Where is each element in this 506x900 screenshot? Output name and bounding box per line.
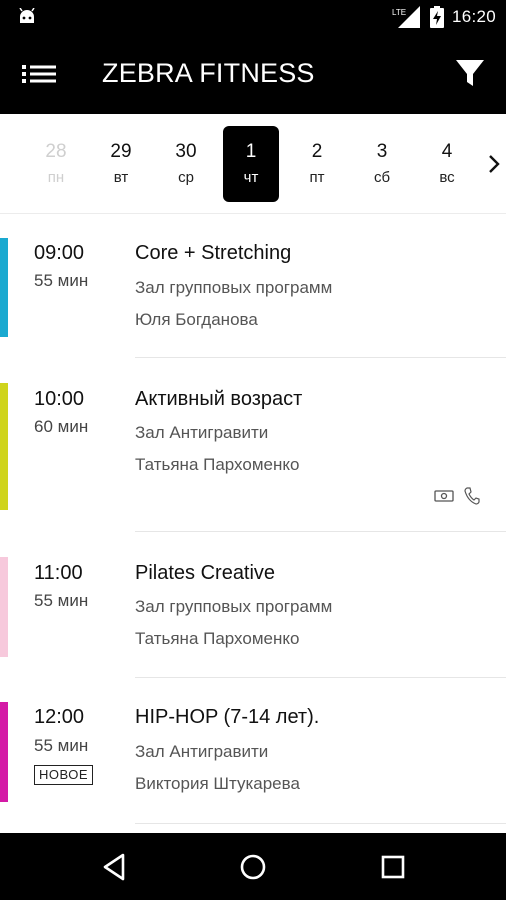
battery-charging-icon: [429, 6, 444, 28]
class-hall: Зал групповых программ: [135, 278, 333, 297]
android-icon: [19, 8, 35, 23]
divider: [135, 357, 506, 358]
home-icon[interactable]: [235, 849, 271, 885]
menu-icon[interactable]: [22, 58, 58, 90]
day-of-week: ср: [178, 169, 194, 186]
day-3[interactable]: 3 сб: [354, 126, 410, 202]
class-name: Активный возраст: [135, 388, 303, 410]
system-nav-bar: [0, 833, 506, 900]
lte-signal-icon: LTE: [392, 6, 420, 28]
class-name: Pilates Creative: [135, 562, 276, 584]
back-icon[interactable]: [97, 849, 133, 885]
class-color-bar: [0, 557, 8, 657]
phone-icon: [464, 487, 480, 505]
class-trainer: Юля Богданова: [135, 310, 258, 329]
class-list: 09:00 55 мин Core + Stretching Зал групп…: [0, 214, 506, 833]
class-color-bar: [0, 383, 8, 510]
date-selector: 28 пн 29 вт 30 ср 1 чт 2 пт 3 сб 4 вс: [0, 114, 506, 214]
class-time: 10:00: [34, 388, 85, 410]
class-trainer: Татьяна Пархоменко: [135, 629, 300, 648]
day-number: 3: [376, 141, 388, 162]
day-29[interactable]: 29 вт: [93, 126, 149, 202]
class-color-bar: [0, 238, 8, 337]
class-hall: Зал Антигравити: [135, 423, 269, 442]
filter-icon[interactable]: [454, 56, 486, 90]
class-duration: 55 мин: [34, 736, 89, 755]
class-hall: Зал групповых программ: [135, 597, 333, 616]
day-number: 4: [441, 141, 453, 162]
class-name: HIP-HOP (7-14 лет).: [135, 706, 320, 728]
day-of-week: чт: [243, 169, 259, 186]
recents-icon[interactable]: [375, 849, 411, 885]
day-1[interactable]: 1 чт: [223, 126, 279, 202]
class-icons: [434, 487, 480, 505]
day-2[interactable]: 2 пт: [289, 126, 345, 202]
divider: [135, 823, 506, 824]
class-duration: 55 мин: [34, 271, 89, 290]
class-time: 11:00: [34, 562, 83, 584]
class-color-bar: [0, 702, 8, 802]
status-bar: LTE 16:20: [0, 0, 506, 34]
class-duration: 55 мин: [34, 591, 89, 610]
class-time: 09:00: [34, 242, 85, 264]
class-duration: 60 мин: [34, 417, 89, 436]
day-4[interactable]: 4 вс: [419, 126, 475, 202]
app-title: ZEBRA FITNESS: [102, 58, 315, 88]
day-of-week: вс: [439, 169, 455, 186]
clock: 16:20: [451, 7, 496, 26]
class-card[interactable]: 12:00 55 мин НОВОЕ HIP-HOP (7-14 лет). З…: [0, 678, 506, 833]
status-indicators: LTE 16:20: [392, 0, 496, 34]
new-badge: НОВОЕ: [34, 765, 94, 785]
day-28[interactable]: 28 пн: [28, 126, 84, 202]
day-30[interactable]: 30 ср: [158, 126, 214, 202]
class-time: 12:00: [34, 706, 85, 728]
svg-text:LTE: LTE: [392, 8, 406, 17]
day-of-week: пт: [309, 169, 325, 186]
day-of-week: пн: [47, 169, 65, 186]
chevron-right-icon[interactable]: [486, 152, 502, 176]
day-number: 28: [45, 141, 67, 162]
day-of-week: вт: [113, 169, 129, 186]
day-number: 1: [245, 141, 257, 162]
cash-icon: [434, 490, 454, 502]
app-bar: ZEBRA FITNESS: [0, 34, 506, 114]
class-card[interactable]: 10:00 60 мин Активный возраст Зал Антигр…: [0, 359, 506, 533]
class-card[interactable]: 09:00 55 мин Core + Stretching Зал групп…: [0, 214, 506, 359]
day-number: 30: [175, 141, 197, 162]
class-name: Core + Stretching: [135, 242, 292, 264]
day-number: 29: [110, 141, 132, 162]
day-of-week: сб: [373, 169, 391, 186]
class-card[interactable]: 11:00 55 мин Pilates Creative Зал группо…: [0, 533, 506, 678]
class-hall: Зал Антигравити: [135, 742, 269, 761]
class-trainer: Татьяна Пархоменко: [135, 455, 300, 474]
class-trainer: Виктория Штукарева: [135, 774, 300, 793]
day-number: 2: [311, 141, 323, 162]
divider: [135, 531, 506, 532]
